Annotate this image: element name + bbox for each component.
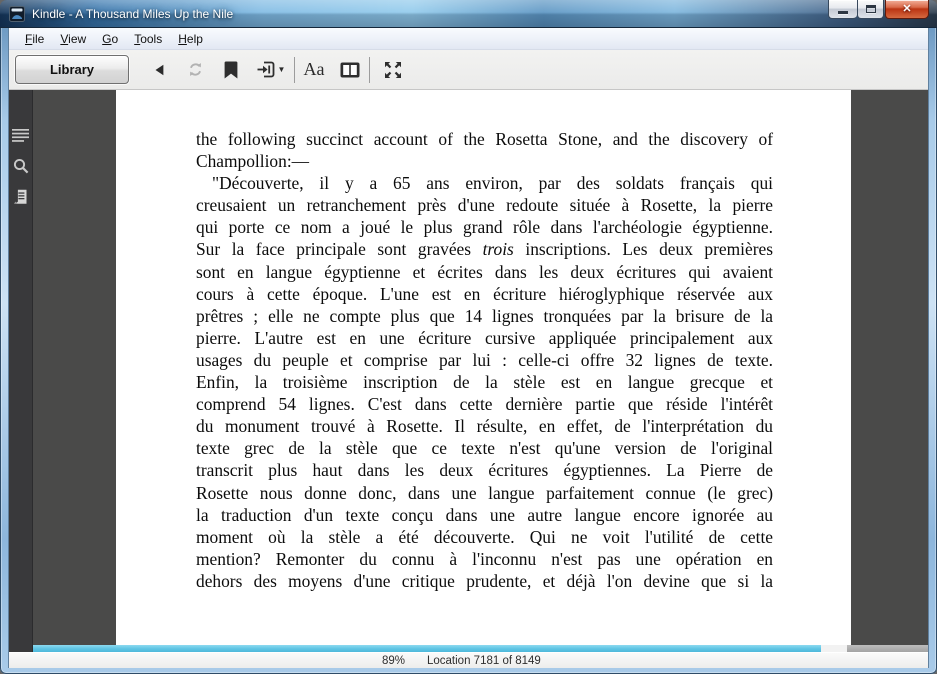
client-area: File View Go Tools Help Library ▼ Aa the… [8, 28, 929, 668]
page-line: Champollion:— [196, 151, 310, 172]
page-line: pierre. L'autre est en une écriture curs… [196, 327, 773, 348]
page-line: creusaient un retranchement près d'une r… [196, 195, 773, 216]
menu-bar: File View Go Tools Help [9, 28, 928, 50]
library-button[interactable]: Library [15, 55, 129, 84]
kindle-window: Kindle - A Thousand Miles Up the Nile ✕ … [0, 0, 937, 674]
page-line: usages du peuple et comprise par lui : c… [196, 349, 773, 370]
page-line: cours à cette époque. L'une est en écrit… [196, 283, 773, 304]
percent-read-label: 89% [382, 655, 406, 667]
sync-button[interactable] [177, 55, 213, 85]
window-controls: ✕ [828, 0, 929, 19]
columns-icon [340, 62, 360, 77]
menu-help[interactable]: Help [170, 29, 211, 49]
page-line: transcrit plus haut dans les deux écritu… [196, 460, 773, 481]
window-title: Kindle - A Thousand Miles Up the Nile [32, 6, 234, 21]
page-line: mention? Remonter du connu à l'inconnu n… [196, 548, 773, 569]
page-line: "Découverte, il y a 65 ans environ, par … [212, 173, 773, 194]
page-surround: the following succinct account of the Ro… [33, 90, 928, 645]
progress-rail-corner [9, 645, 33, 652]
page-line: dehors des moyens d'une critique prudent… [196, 570, 773, 591]
goto-dropdown-caret-icon: ▼ [277, 65, 286, 74]
menu-tools[interactable]: Tools [126, 29, 170, 49]
page-line: texte grec de la stèle que ce texte n'es… [196, 438, 773, 459]
page-line: comprend 54 lignes. C'est dans cette der… [196, 394, 773, 415]
sidebar [9, 90, 33, 645]
notes-button[interactable] [12, 188, 30, 206]
bookmark-button[interactable] [213, 55, 249, 85]
page-line: du monument trouvé à Rosette. Il résulte… [196, 416, 773, 437]
back-icon [155, 64, 164, 75]
progress-row [9, 645, 928, 652]
page-line: the following succinct account of the Ro… [196, 129, 773, 149]
notes-icon [13, 189, 27, 204]
sync-icon [189, 63, 201, 76]
toolbar: Library ▼ Aa [9, 50, 928, 90]
close-button[interactable]: ✕ [885, 0, 929, 19]
fullscreen-icon [385, 61, 401, 78]
fullscreen-button[interactable] [373, 55, 413, 85]
menu-go[interactable]: Go [94, 29, 126, 49]
search-button[interactable] [12, 157, 30, 175]
page-line: moment où la stèle a été découverte. Qui… [196, 526, 773, 547]
toolbar-separator [369, 56, 370, 83]
title-bar: Kindle - A Thousand Miles Up the Nile ✕ [0, 0, 937, 28]
page-line: sont en langue égyptienne et écrites dan… [196, 261, 773, 282]
minimize-button[interactable] [828, 0, 857, 19]
columns-button[interactable] [332, 55, 368, 85]
reading-progress-bar[interactable] [33, 645, 928, 652]
page-line: Sur la face principale sont gravées troi… [196, 239, 773, 260]
page-line: la traduction d'un texte conçu dans une … [196, 504, 773, 525]
location-label: Location 7181 of 8149 [427, 655, 541, 667]
back-button[interactable] [141, 55, 177, 85]
menu-view[interactable]: View [52, 29, 94, 49]
maximize-icon [865, 5, 876, 13]
goto-icon [257, 61, 274, 78]
goto-button[interactable]: ▼ [249, 55, 293, 85]
page-line: Enfin, la troisième inscription de la st… [196, 372, 773, 393]
page-line: Rosette nous donne donc, dans une langue… [196, 482, 773, 503]
menu-file[interactable]: File [17, 29, 52, 49]
toc-button[interactable] [12, 126, 30, 144]
text-size-button[interactable]: Aa [296, 55, 332, 85]
toc-icon [12, 128, 29, 142]
minimize-icon [838, 10, 848, 14]
text-size-icon: Aa [303, 59, 325, 79]
status-bar: 89% Location 7181 of 8149 [9, 652, 928, 668]
bookmark-icon [224, 61, 238, 78]
book-page: the following succinct account of the Ro… [116, 90, 851, 645]
search-icon [13, 158, 28, 174]
kindle-app-icon [9, 5, 25, 22]
toolbar-separator [294, 56, 295, 83]
progress-fill [33, 645, 822, 652]
reading-area: the following succinct account of the Ro… [9, 90, 928, 645]
progress-unread-segment [847, 645, 928, 652]
maximize-button[interactable] [857, 0, 884, 19]
page-line: prêtres ; elle ne compte plus que 14 lig… [196, 305, 773, 326]
page-line: qui porte ce nom a joué le plus grand rô… [196, 217, 773, 238]
close-icon: ✕ [902, 2, 912, 15]
